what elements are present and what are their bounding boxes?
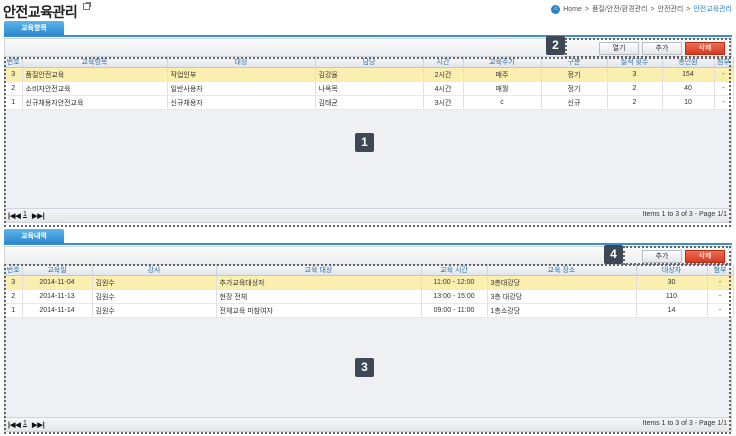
breadcrumb-sep: > <box>686 5 691 13</box>
tabbar-edu-history: 교육내역 <box>4 229 732 245</box>
external-link-icon[interactable] <box>83 2 91 10</box>
annotation-box-4 <box>623 246 731 265</box>
breadcrumb-sep: > <box>650 5 655 13</box>
home-icon[interactable]: ⌂ <box>551 4 561 14</box>
annotation-badge-3: 3 <box>355 358 374 377</box>
breadcrumb-current: 안전교육관리 <box>693 6 732 13</box>
tab-edu-history[interactable]: 교육내역 <box>4 229 64 244</box>
annotation-box-2 <box>565 38 731 58</box>
annotation-badge-2: 2 <box>546 36 565 55</box>
annotation-badge-4: 4 <box>604 245 623 264</box>
breadcrumb-item[interactable]: 품질/안전/환경관리 <box>592 4 647 14</box>
breadcrumb-sep: > <box>584 5 589 13</box>
tab-edu-items[interactable]: 교육항목 <box>4 21 64 36</box>
breadcrumb: ⌂ Home > 품질/안전/환경관리 > 안전관리 > 안전교육관리 <box>551 4 732 14</box>
annotation-badge-1: 1 <box>355 133 374 152</box>
page-title: 안전교육관리 <box>3 4 78 20</box>
breadcrumb-home[interactable]: Home <box>563 6 582 13</box>
breadcrumb-item[interactable]: 안전관리 <box>658 4 684 14</box>
tabbar-edu-items: 교육항목 <box>4 21 732 37</box>
annotation-box-3 <box>4 264 731 434</box>
